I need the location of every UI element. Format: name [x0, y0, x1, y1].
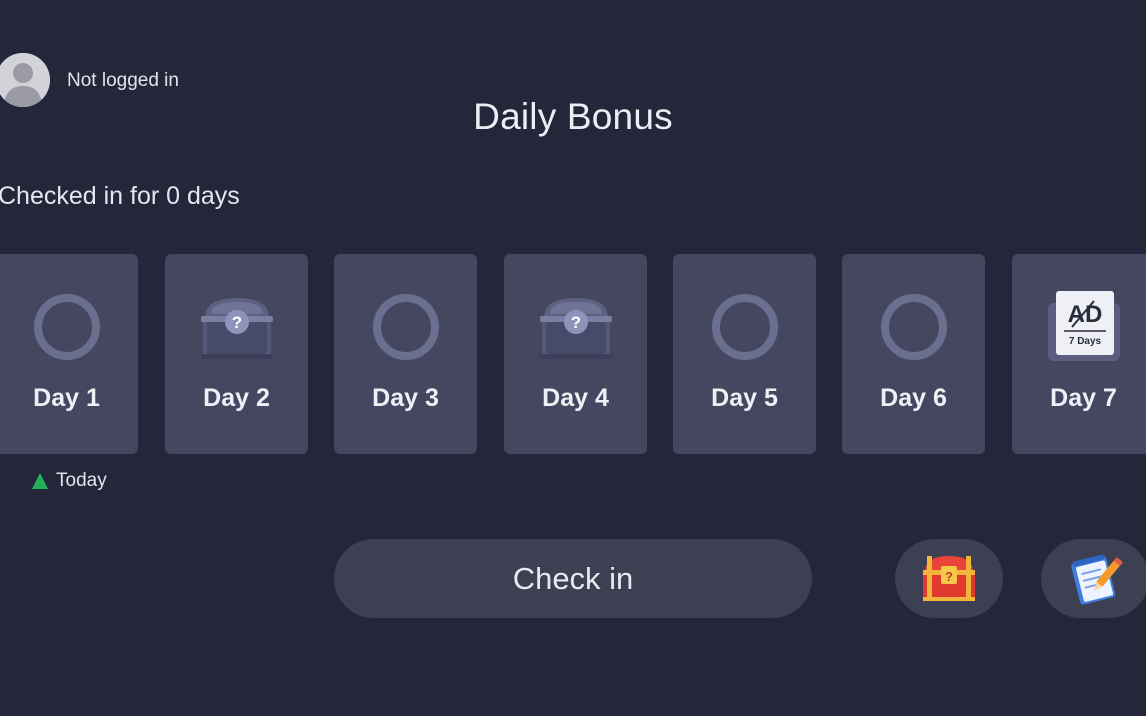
page-title: Daily Bonus	[473, 96, 673, 137]
rewards-chest-button[interactable]: ?	[895, 539, 1003, 618]
streak-text: Checked in for 0 days	[0, 182, 240, 210]
day-label: Day 1	[33, 384, 100, 412]
day-label: Day 5	[711, 384, 778, 412]
svg-text:?: ?	[570, 313, 580, 332]
ring-icon	[372, 294, 439, 360]
day-label: Day 6	[880, 384, 947, 412]
day-card-1[interactable]: Day 1	[0, 254, 138, 454]
day-card-5[interactable]: Day 5	[673, 254, 816, 454]
day-label: Day 3	[372, 384, 439, 412]
ad-free-7days-icon: AD 7 Days	[1047, 291, 1120, 361]
day-label: Day 2	[203, 384, 270, 412]
red-treasure-chest-icon: ?	[923, 555, 975, 601]
seven-days-badge-text: 7 Days	[1068, 336, 1101, 347]
mystery-chest-icon: ?	[539, 298, 612, 359]
check-in-button[interactable]: Check in	[334, 539, 812, 618]
day-card-6[interactable]: Day 6	[842, 254, 985, 454]
task-notes-button[interactable]	[1041, 539, 1146, 618]
day-label: Day 4	[542, 384, 609, 412]
ad-badge-text: AD	[1067, 301, 1102, 328]
svg-text:?: ?	[945, 569, 953, 584]
day-card-4[interactable]: ? Day 4	[504, 254, 647, 454]
ring-icon	[33, 294, 100, 360]
svg-text:?: ?	[231, 313, 241, 332]
up-triangle-icon	[32, 473, 48, 489]
ring-icon	[711, 294, 778, 360]
day-card-2[interactable]: ? Day 2	[165, 254, 308, 454]
login-status[interactable]: Not logged in	[67, 70, 179, 92]
daily-bonus-screen: Not logged in Daily Bonus Checked in for…	[0, 0, 1146, 716]
notepad-pen-icon	[1071, 554, 1123, 605]
day-label: Day 7	[1050, 384, 1117, 412]
day-card-3[interactable]: Day 3	[334, 254, 477, 454]
mystery-chest-icon: ?	[200, 298, 273, 359]
today-label: Today	[56, 470, 107, 491]
day-card-7[interactable]: AD 7 Days Day 7	[1012, 254, 1146, 454]
ring-icon	[880, 294, 947, 360]
today-marker: Today	[32, 470, 107, 492]
